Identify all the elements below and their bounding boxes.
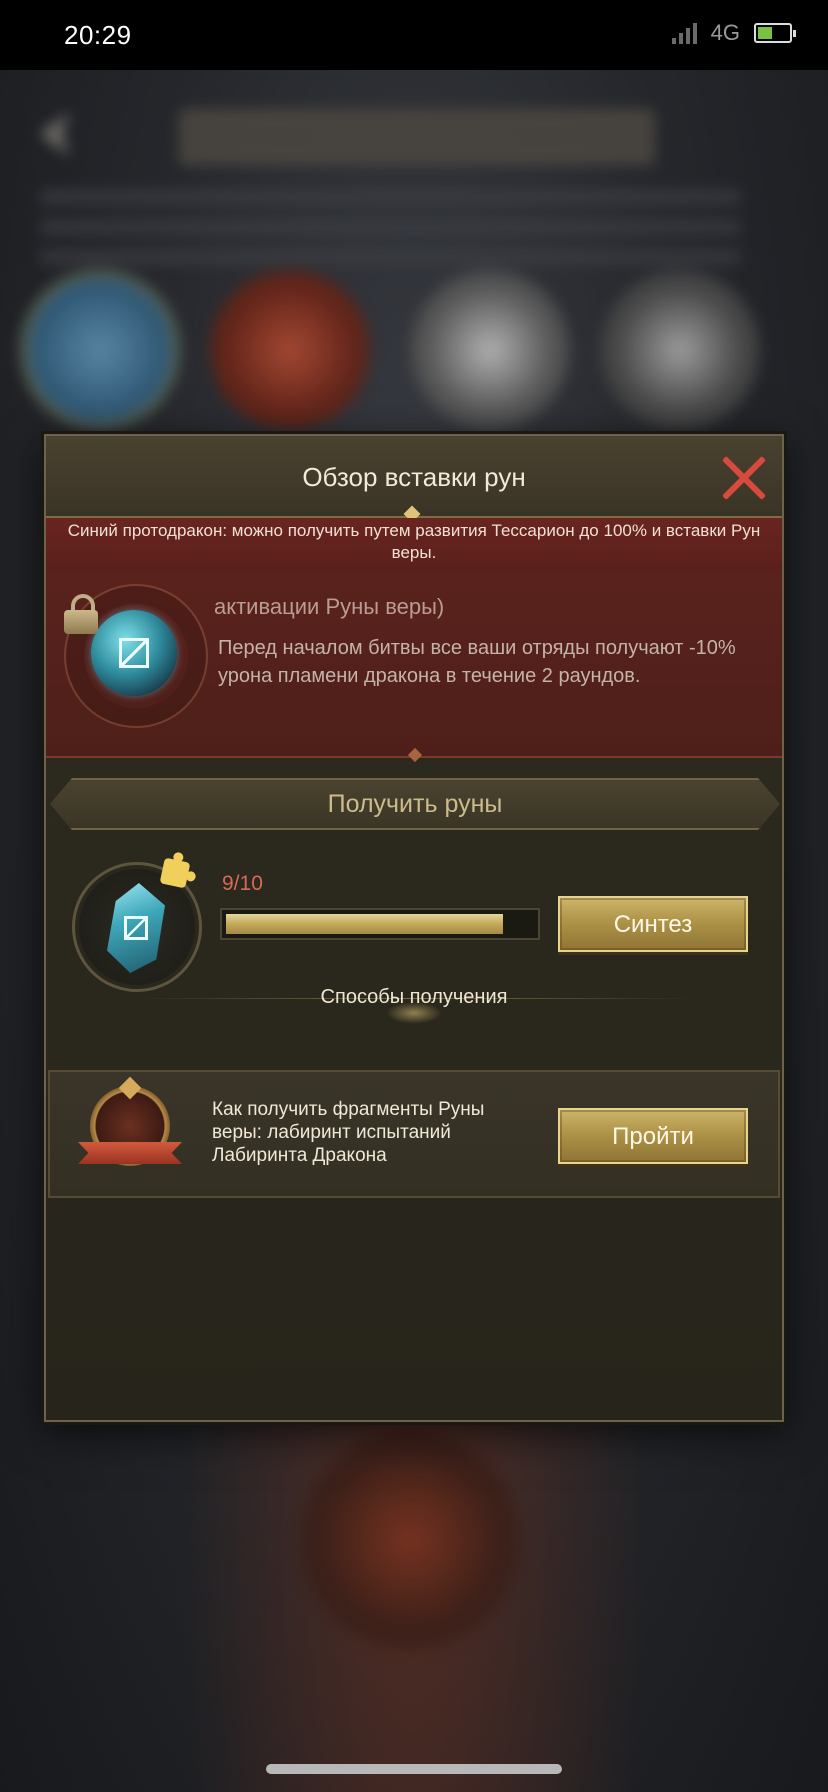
fragment-progress-bar (220, 908, 540, 940)
background-dragon-portrait-3 (410, 270, 570, 430)
close-icon[interactable] (720, 454, 768, 502)
faith-rune-icon[interactable] (91, 610, 177, 696)
effect-title: активации Руны веры) (214, 594, 445, 619)
dialog-header: Обзор вставки рун (46, 436, 782, 523)
background-back-arrow-icon (40, 112, 70, 156)
ways-ornament-icon (386, 1002, 442, 1024)
puzzle-piece-icon (159, 857, 191, 889)
rune-glyph-icon (119, 638, 149, 668)
status-time: 20:29 (64, 20, 132, 50)
background-dragon-portrait-1 (20, 270, 180, 430)
status-indicators: 4G (671, 20, 796, 46)
dialog-title: Обзор вставки рун (302, 462, 526, 492)
panel-ornament-icon (407, 747, 423, 763)
effect-description: Перед началом битвы все ваши отряды полу… (218, 637, 736, 687)
home-indicator[interactable] (266, 1764, 562, 1774)
go-button[interactable]: Пройти (558, 1108, 748, 1164)
signal-icon (671, 22, 697, 44)
synthesize-button[interactable]: Синтез (558, 896, 748, 952)
dragon-labyrinth-badge-icon (78, 1076, 186, 1188)
background-egg-glow (300, 1430, 520, 1650)
rune-overview-dialog: Обзор вставки рун Синий протодракон: мож… (44, 434, 784, 1422)
status-bar: 20:29 4G (0, 0, 828, 70)
source-description: Как получить фрагменты Руны веры: лабири… (212, 1099, 485, 1166)
battery-icon (754, 23, 796, 43)
lock-icon (64, 594, 98, 634)
get-runes-banner: Получить руны (50, 778, 780, 830)
background-title-plate (180, 110, 654, 164)
background-text-block (40, 190, 740, 280)
fragment-glyph-icon (124, 916, 148, 940)
fragment-progress-text: 9/10 (222, 872, 263, 895)
network-type: 4G (710, 20, 740, 45)
background-dragon-portrait-4 (600, 270, 760, 430)
screen: 20:29 4G Обзор вставки рун Синий протодр… (0, 0, 828, 1792)
rune-effect-panel: активации Руны веры) Перед началом битвы… (46, 572, 782, 763)
dragon-notice: Синий протодракон: можно получить путем … (46, 518, 782, 572)
background-top-bar (30, 100, 800, 170)
background-dragon-portrait-2 (210, 270, 370, 430)
fragment-progress-fill (226, 914, 504, 934)
rune-fragment-icon (107, 883, 165, 973)
get-runes-title: Получить руны (327, 790, 503, 818)
